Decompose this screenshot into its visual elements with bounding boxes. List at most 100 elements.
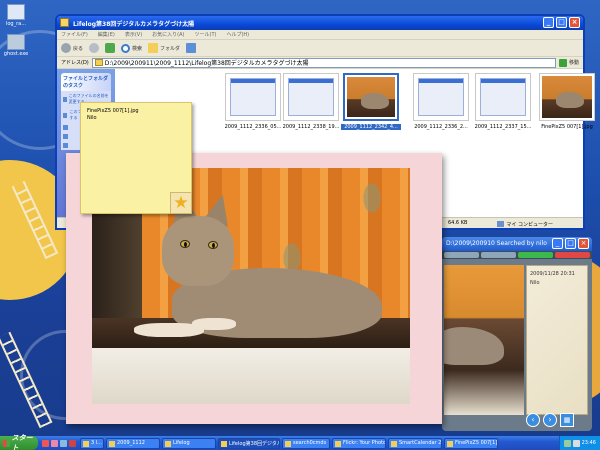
file-thumbnail[interactable]: 2009_1112_2336_2... xyxy=(411,73,471,130)
windows-logo-icon xyxy=(3,439,10,447)
viewer-window-controls: _ □ × xyxy=(552,238,589,249)
start-button[interactable]: スタート xyxy=(0,434,38,450)
screenshot-thumbnail-image xyxy=(225,73,281,121)
taskbar-item[interactable]: SmartCalendar 2009... xyxy=(388,437,442,449)
back-button[interactable]: 戻る xyxy=(61,43,83,53)
app-icon[interactable] xyxy=(69,439,76,447)
browser-icon[interactable] xyxy=(42,439,49,447)
file-tasks-header[interactable]: ファイルとフォルダのタスク xyxy=(61,73,111,91)
file-thumbnail-selected[interactable]: 2009_1112_2342_4... xyxy=(341,73,401,130)
explorer-title: Lifelog第38回デジタルカメラタグづけ太陽 xyxy=(73,21,195,28)
back-arrow-icon xyxy=(61,43,71,53)
file-name: 2009_1112_2336_05... xyxy=(224,124,282,130)
next-arrow-icon[interactable]: › xyxy=(543,413,557,427)
network-icon[interactable] xyxy=(563,439,571,447)
taskbar-item[interactable]: FinePixZ5 007[1].jp... xyxy=(444,437,498,449)
search-icon xyxy=(121,43,131,53)
address-field[interactable]: D:\2009\200911\2009_1112\Lifelog第38回デジタル… xyxy=(91,57,556,68)
file-thumbnail[interactable]: 2009_1112_2338_19... xyxy=(281,73,341,130)
photo-search-window[interactable]: D:\2009\200910 Searched by nilo _ □ × 20… xyxy=(442,237,592,431)
viewer-close-button[interactable]: × xyxy=(578,238,589,249)
desktop-icon-log[interactable]: log_ra... xyxy=(2,4,30,27)
file-name: 2009_1112_2338_19... xyxy=(282,124,340,130)
search-button[interactable]: 検索 xyxy=(121,43,142,53)
folders-icon xyxy=(148,43,159,53)
file-name: 2009_1112_2336_2... xyxy=(414,124,468,130)
up-folder-button[interactable] xyxy=(105,43,116,53)
viewer-title-bar[interactable]: D:\2009\200910 Searched by nilo _ □ × xyxy=(442,237,592,251)
taskbar: スタート 3 l... 2009_1112 Lifelog Lifelog第38… xyxy=(0,434,600,450)
cat-left-eye xyxy=(180,240,190,248)
file-name: FinePixZ5 007[1].jpg xyxy=(541,124,593,130)
sticky-note-line: Nilo xyxy=(87,115,97,121)
go-button[interactable]: 移動 xyxy=(558,58,579,67)
viewer-info-panel: 2009/11/28 20:31 Nilo xyxy=(526,265,588,415)
screenshot-thumbnail-image xyxy=(413,73,469,121)
cat-right-eye xyxy=(208,241,218,249)
cat-head xyxy=(162,216,234,286)
up-folder-icon xyxy=(105,43,116,53)
taskbar-item[interactable]: search0cmds xyxy=(282,437,330,449)
white-floor xyxy=(92,348,410,404)
close-button[interactable]: × xyxy=(569,17,580,28)
task-icon xyxy=(63,125,68,130)
menu-favorites[interactable]: お気に入り(A) xyxy=(152,31,184,38)
file-thumbnail[interactable]: 2009_1112_2336_05... xyxy=(223,73,283,130)
screenshot-thumbnail-image xyxy=(283,73,339,121)
taskbar-item[interactable]: Flickr: Your Photos... xyxy=(332,437,386,449)
volume-icon[interactable] xyxy=(572,439,580,447)
task-icon xyxy=(63,134,68,139)
viewer-minimize-button[interactable]: _ xyxy=(552,238,563,249)
menu-help[interactable]: ヘルプ(H) xyxy=(226,31,249,38)
taskbar-item[interactable]: Lifelog xyxy=(162,437,216,449)
folders-button[interactable]: フォルダ xyxy=(148,43,180,53)
folder-icon xyxy=(94,59,103,66)
viewer-tab[interactable] xyxy=(444,252,479,258)
menu-view[interactable]: 表示(V) xyxy=(125,31,142,38)
window-controls: _ □ × xyxy=(543,17,580,28)
minimize-button[interactable]: _ xyxy=(543,17,554,28)
taskbar-item[interactable]: 2009_1112 xyxy=(106,437,160,449)
status-size: 64.6 KB xyxy=(447,220,468,226)
file-thumbnail[interactable]: FinePixZ5 007[1].jpg xyxy=(537,73,597,130)
previous-arrow-icon[interactable]: ‹ xyxy=(526,413,540,427)
forward-arrow-icon xyxy=(89,43,100,53)
quick-launch xyxy=(38,439,80,447)
views-button[interactable] xyxy=(186,43,197,53)
explorer-title-bar[interactable]: Lifelog第38回デジタルカメラタグづけ太陽 _ □ × xyxy=(57,16,583,30)
status-location: マイ コンピューター xyxy=(497,220,553,228)
menu-tools[interactable]: ツール(T) xyxy=(195,31,217,38)
sticky-note-line: FinePixZ5 007[1].jpg xyxy=(87,108,139,114)
desktop-icon-ghost[interactable]: ghost.exe xyxy=(2,34,30,57)
address-bar: アドレス(D) D:\2009\200911\2009_1112\Lifelog… xyxy=(57,57,583,69)
viewer-tab-active[interactable] xyxy=(518,252,553,258)
screenshot-thumbnail-image xyxy=(475,73,531,121)
grid-view-icon[interactable]: ▦ xyxy=(560,413,574,427)
viewer-tab[interactable] xyxy=(481,252,516,258)
system-tray: 23:46 xyxy=(558,436,600,450)
cat-thumbnail-image xyxy=(343,73,399,121)
forward-button[interactable] xyxy=(89,43,100,53)
address-label: アドレス(D) xyxy=(61,60,89,66)
views-icon xyxy=(186,43,197,53)
viewer-date: 2009/11/28 20:31 xyxy=(530,271,575,277)
viewer-maximize-button[interactable]: □ xyxy=(565,238,576,249)
viewer-navigation: ‹ › ▦ xyxy=(526,413,574,427)
file-name: 2009_1112_2337_15... xyxy=(474,124,532,130)
taskbar-item-active[interactable]: Lifelog第38回デジタル... xyxy=(218,437,280,449)
computer-icon xyxy=(497,221,505,227)
clock[interactable]: 23:46 xyxy=(582,440,596,446)
menu-edit[interactable]: 編集(E) xyxy=(98,31,115,38)
desktop-icon[interactable] xyxy=(60,439,67,447)
go-arrow-icon xyxy=(558,58,567,67)
menu-bar: ファイル(F) 編集(E) 表示(V) お気に入り(A) ツール(T) ヘルプ(… xyxy=(57,30,583,40)
menu-file[interactable]: ファイル(F) xyxy=(61,31,88,38)
toolbar: 戻る 検索 フォルダ xyxy=(57,40,583,57)
viewer-tab-alert[interactable] xyxy=(555,252,590,258)
move-icon xyxy=(63,112,68,118)
taskbar-item[interactable]: 3 l... xyxy=(80,437,104,449)
star-icon[interactable]: ★ xyxy=(170,192,192,214)
file-thumbnail[interactable]: 2009_1112_2337_15... xyxy=(473,73,533,130)
media-icon[interactable] xyxy=(51,439,58,447)
maximize-button[interactable]: □ xyxy=(556,17,567,28)
